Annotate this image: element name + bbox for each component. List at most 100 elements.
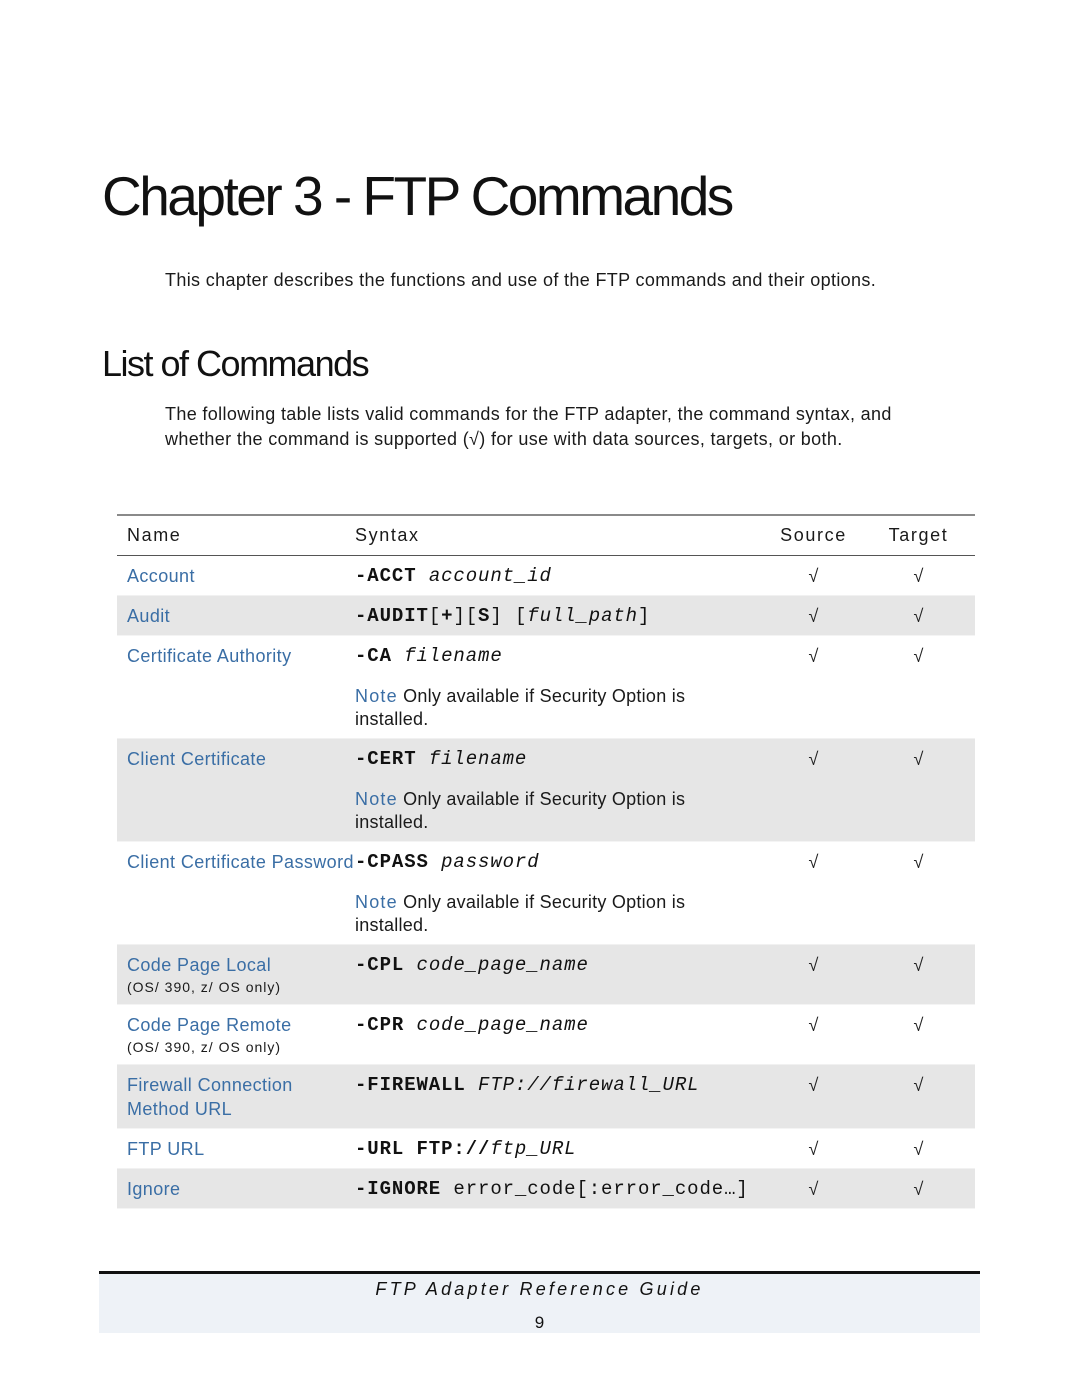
command-syntax: -CPASS password — [355, 850, 765, 874]
command-name-link[interactable]: Ignore — [127, 1177, 355, 1201]
syntax-keyword: -URL FTP:// — [355, 1138, 491, 1160]
source-check-icon: √ — [808, 606, 819, 626]
syntax-cell: -CERT filename Note Only available if Sec… — [355, 747, 765, 834]
command-syntax: -CPL code_page_name — [355, 953, 765, 977]
security-note: Note Only available if Security Option i… — [355, 685, 755, 731]
command-name-link[interactable]: Client Certificate — [127, 747, 355, 771]
source-check-icon: √ — [808, 646, 819, 666]
target-check-icon: √ — [913, 1139, 924, 1159]
header-name: Name — [127, 525, 182, 545]
syntax-cell: -CPL code_page_name — [355, 953, 765, 977]
syntax-keyword: -CPR — [355, 1014, 405, 1036]
syntax-argument: code_page_name — [404, 954, 589, 976]
table-row: Audit -AUDIT[+][S] [full_path] √ √ — [117, 596, 975, 636]
source-check-icon: √ — [808, 1179, 819, 1199]
syntax-argument: [ — [428, 605, 442, 627]
command-name-link[interactable]: FTP URL — [127, 1137, 355, 1161]
command-syntax: -IGNORE error_code[:error_code…] — [355, 1177, 765, 1201]
syntax-argument: code_page_name — [404, 1014, 589, 1036]
syntax-keyword: S — [478, 605, 491, 627]
syntax-keyword: -CERT — [355, 748, 417, 770]
header-target: Target — [888, 525, 949, 545]
target-check-icon: √ — [913, 1075, 924, 1095]
table-row: Code Page Local (OS/ 390, z/ OS only) -CPL… — [117, 945, 975, 1005]
source-check-icon: √ — [808, 566, 819, 586]
command-name-cell: Audit — [117, 604, 355, 628]
platform-note: (OS/ 390, z/ OS only) — [127, 979, 282, 995]
note-text: Only available if Security Option is ins… — [355, 686, 686, 729]
note-text: Only available if Security Option is ins… — [355, 892, 686, 935]
header-syntax: Syntax — [355, 525, 420, 545]
syntax-keyword: -CPL — [355, 954, 405, 976]
syntax-keyword: -FIREWALL — [355, 1074, 466, 1096]
security-note: Note Only available if Security Option i… — [355, 788, 755, 834]
table-row: Code Page Remote (OS/ 390, z/ OS only) -CP… — [117, 1005, 975, 1065]
syntax-argument: error_code[:error_code…] — [441, 1178, 749, 1200]
command-name-cell: Firewall Connection Method URL — [117, 1073, 355, 1121]
target-check-icon: √ — [913, 852, 924, 872]
commands-table: Name Syntax Source Target Account -ACCT a… — [117, 514, 975, 1209]
command-name-link[interactable]: Account — [127, 564, 355, 588]
command-name-cell: FTP URL — [117, 1137, 355, 1161]
source-check-icon: √ — [808, 1075, 819, 1095]
syntax-keyword: -CPASS — [355, 851, 429, 873]
note-label: Note — [355, 686, 398, 706]
note-label: Note — [355, 892, 398, 912]
table-row: Certificate Authority -CA filename Note On… — [117, 636, 975, 739]
command-name-cell: Account — [117, 564, 355, 588]
syntax-keyword: + — [441, 605, 454, 627]
syntax-argument: ][ — [453, 605, 479, 627]
section-intro: The following table lists valid commands… — [165, 404, 892, 449]
table-row: Client Certificate Password -CPASS passwo… — [117, 842, 975, 945]
target-check-icon: √ — [913, 1179, 924, 1199]
command-syntax: -CPR code_page_name — [355, 1013, 765, 1037]
command-syntax: -ACCT account_id — [355, 564, 765, 588]
syntax-argument: filename — [416, 748, 528, 770]
table-body: Account -ACCT account_id √ √ Audit -AUDIT[+][… — [117, 556, 975, 1209]
page-number: 9 — [534, 1313, 545, 1332]
target-check-icon: √ — [913, 955, 924, 975]
command-name-cell: Code Page Local (OS/ 390, z/ OS only) — [117, 953, 355, 997]
syntax-cell: -CPASS password Note Only available if Se… — [355, 850, 765, 937]
target-check-icon: √ — [913, 646, 924, 666]
syntax-keyword: -CA — [355, 645, 392, 667]
syntax-argument: account_id — [416, 565, 552, 587]
command-syntax: -CERT filename — [355, 747, 765, 771]
source-check-icon: √ — [808, 1015, 819, 1035]
table-row: Client Certificate -CERT filename Note Onl… — [117, 739, 975, 842]
syntax-argument: full_path — [527, 605, 638, 627]
command-name-cell: Client Certificate — [117, 747, 355, 771]
footer-title: FTP Adapter Reference Guide — [375, 1279, 704, 1299]
command-name-link[interactable]: Certificate Authority — [127, 644, 355, 668]
command-name-cell: Certificate Authority — [117, 644, 355, 668]
command-name-link[interactable]: Audit — [127, 604, 355, 628]
syntax-argument: ] [ — [490, 605, 528, 627]
source-check-icon: √ — [808, 749, 819, 769]
syntax-cell: -AUDIT[+][S] [full_path] — [355, 604, 765, 628]
header-source: Source — [780, 525, 847, 545]
command-name-link[interactable]: Firewall Connection Method URL — [127, 1073, 355, 1121]
chapter-title: Chapter 3 - FTP Commands — [102, 165, 734, 227]
command-syntax: -AUDIT[+][S] [full_path] — [355, 604, 765, 628]
command-name-cell: Ignore — [117, 1177, 355, 1201]
table-row: Firewall Connection Method URL -FIREWALL … — [117, 1065, 975, 1129]
target-check-icon: √ — [913, 606, 924, 626]
command-name-link[interactable]: Client Certificate Password — [127, 850, 355, 874]
chapter-intro: This chapter describes the functions and… — [165, 270, 877, 290]
command-name-cell: Client Certificate Password — [117, 850, 355, 874]
command-name-link[interactable]: Code Page Remote — [127, 1013, 355, 1037]
command-syntax: -FIREWALL FTP://firewall_URL — [355, 1073, 765, 1097]
syntax-argument: ] — [637, 605, 651, 627]
command-name-link[interactable]: Code Page Local — [127, 953, 355, 977]
target-check-icon: √ — [913, 566, 924, 586]
section-title: List of Commands — [102, 343, 370, 384]
note-label: Note — [355, 789, 398, 809]
syntax-cell: -URL FTP://ftp_URL — [355, 1137, 765, 1161]
platform-note: (OS/ 390, z/ OS only) — [127, 1039, 282, 1055]
syntax-argument: filename — [391, 645, 503, 667]
table-row: FTP URL -URL FTP://ftp_URL √ √ — [117, 1129, 975, 1169]
syntax-keyword: -AUDIT — [355, 605, 429, 627]
command-syntax: -CA filename — [355, 644, 765, 668]
page-footer: FTP Adapter Reference Guide 9 — [99, 1271, 980, 1333]
syntax-cell: -CPR code_page_name — [355, 1013, 765, 1037]
